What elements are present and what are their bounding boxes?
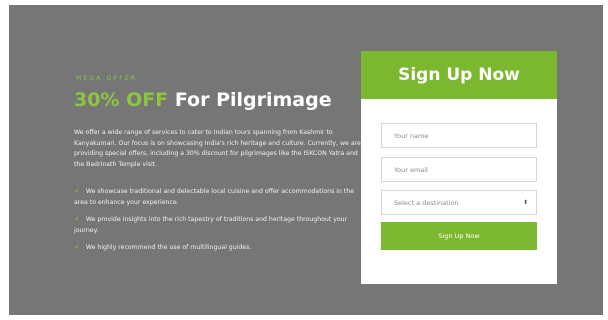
check-icon: ✓: [74, 215, 80, 223]
destination-select[interactable]: Select a destination ⬍: [381, 190, 537, 215]
check-icon: ✓: [74, 243, 80, 251]
headline-discount: 30% OFF: [74, 89, 169, 111]
email-field[interactable]: [381, 157, 537, 182]
name-field[interactable]: [381, 123, 537, 148]
feature-item: ✓ We provide insights into the rich tapes…: [74, 214, 364, 236]
headline-topic: For Pilgrimage: [174, 89, 332, 111]
signup-title: Sign Up Now: [398, 65, 520, 85]
signup-header: Sign Up Now: [361, 51, 557, 99]
intro-paragraph: We offer a wide range of services to cat…: [74, 129, 361, 168]
feature-item: ✓ We showcase traditional and delectable …: [74, 186, 364, 208]
up-down-caret-icon: ⬍: [522, 199, 528, 206]
signup-card: Sign Up Now Select a destination ⬍ Sign …: [361, 51, 557, 284]
feature-text: We provide insights into the rich tapest…: [74, 216, 348, 234]
destination-select-value: Select a destination: [394, 198, 459, 207]
feature-text: We showcase traditional and delectable l…: [74, 188, 355, 206]
check-icon: ✓: [74, 187, 80, 195]
feature-item: ✓ We highly recommend the use of multilin…: [74, 242, 364, 254]
signup-submit-button[interactable]: Sign Up Now: [381, 222, 537, 250]
feature-list: ✓ We showcase traditional and delectable …: [74, 186, 364, 260]
page-title: 30% OFF For Pilgrimage: [74, 89, 332, 111]
feature-text: We highly recommend the use of multiling…: [85, 244, 252, 251]
offer-tag: MEGA OFFER: [76, 75, 138, 82]
